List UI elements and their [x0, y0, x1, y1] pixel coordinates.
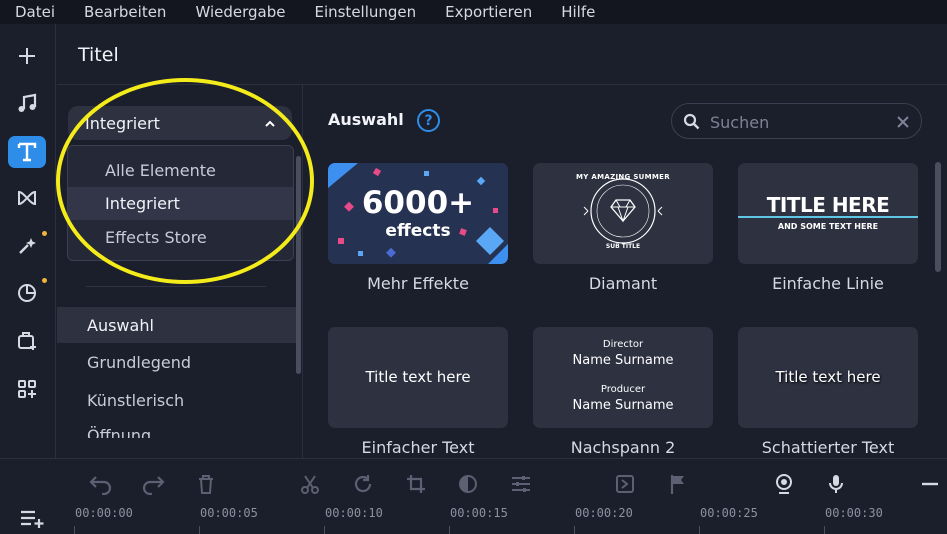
menu-wiedergabe[interactable]: Wiedergabe: [195, 3, 285, 21]
category-auswahl[interactable]: Auswahl: [57, 307, 297, 343]
transitions-icon[interactable]: [8, 182, 46, 214]
more-apps-icon[interactable]: [8, 373, 46, 405]
timecode-label: 00:00:10: [325, 506, 383, 520]
clip-properties-icon[interactable]: [612, 471, 638, 497]
ruler-tick: [824, 526, 825, 534]
tile-label-diamant: Diamant: [588, 274, 658, 293]
content-scrollbar[interactable]: [935, 162, 941, 272]
menu-bar: Datei Bearbeiten Wiedergabe Einstellunge…: [0, 0, 947, 24]
collection-dropdown[interactable]: Integriert: [68, 106, 292, 140]
tile-label-nachspann-2: Nachspann 2: [570, 438, 676, 457]
search-box[interactable]: [671, 103, 922, 139]
category-divider: [86, 286, 266, 287]
dropdown-menu: Alle Elemente Integriert Effects Store: [67, 145, 294, 261]
timecode-label: 00:00:25: [700, 506, 758, 520]
ruler-tick: [199, 526, 200, 534]
undo-icon[interactable]: [88, 471, 114, 497]
stickers-icon[interactable]: [8, 277, 46, 309]
redo-icon[interactable]: [140, 471, 166, 497]
rotate-icon[interactable]: [350, 471, 376, 497]
title-tile-diamant[interactable]: MY AMAZING SUMMER SUB TITLE: [533, 163, 713, 264]
title-tile-mehr-effekte[interactable]: 6000+ effects: [328, 163, 508, 264]
panel-title: Titel: [78, 44, 119, 66]
tile-sample-text: Title text here: [775, 368, 881, 386]
timecode-label: 00:00:20: [575, 506, 633, 520]
dropdown-value: Integriert: [85, 113, 160, 133]
add-track-icon[interactable]: [19, 505, 45, 531]
dropdown-option-alle-elemente[interactable]: Alle Elemente: [68, 154, 293, 187]
help-icon[interactable]: ?: [417, 109, 440, 132]
menu-einstellungen[interactable]: Einstellungen: [314, 3, 416, 21]
webcam-icon[interactable]: [771, 471, 797, 497]
tile-sample-text: Title text here: [365, 368, 471, 386]
timecode-label: 00:00:15: [450, 506, 508, 520]
timecode-label: 00:00:30: [825, 506, 883, 520]
ruler-tick: [699, 526, 700, 534]
crop-icon[interactable]: [403, 471, 429, 497]
cut-icon[interactable]: [297, 471, 323, 497]
new-badge: [42, 278, 47, 283]
effects-icon[interactable]: [8, 230, 46, 262]
column-divider: [302, 85, 303, 458]
tile-label-einfache-linie: Einfache Linie: [772, 274, 884, 293]
search-icon: [683, 113, 700, 134]
title-tile-nachspann-2[interactable]: Director Name Surname Producer Name Surn…: [533, 327, 713, 428]
category-oeffnung[interactable]: Öffnung: [57, 420, 297, 438]
media-store-icon[interactable]: [8, 325, 46, 357]
chevron-up-icon: [264, 115, 276, 134]
music-icon[interactable]: [8, 88, 46, 120]
dropdown-option-effects-store[interactable]: Effects Store: [68, 221, 293, 254]
ruler-tick: [574, 526, 575, 534]
category-grundlegend[interactable]: Grundlegend: [57, 344, 297, 380]
clear-search-icon[interactable]: [896, 114, 910, 133]
category-scrollbar[interactable]: [296, 156, 301, 374]
title-tile-einfacher-text[interactable]: Title text here: [328, 327, 508, 428]
title-tile-schattierter-text[interactable]: Title text here: [738, 327, 918, 428]
microphone-icon[interactable]: [823, 471, 849, 497]
menu-hilfe[interactable]: Hilfe: [561, 3, 595, 21]
timecode-label: 00:00:00: [75, 506, 133, 520]
tool-rail: [0, 24, 56, 458]
title-tile-einfache-linie[interactable]: TITLE HERE AND SOME TEXT HERE: [738, 163, 918, 264]
tile-promo-number: 6000+: [361, 185, 475, 221]
tile-label-mehr-effekte: Mehr Effekte: [367, 274, 469, 293]
menu-bearbeiten[interactable]: Bearbeiten: [84, 3, 166, 21]
tile-accent-line: [738, 216, 918, 218]
zoom-out-icon[interactable]: [917, 471, 943, 497]
section-title: Auswahl: [328, 110, 404, 129]
marker-flag-icon[interactable]: [665, 471, 691, 497]
tile-label-schattierter-text: Schattierter Text: [761, 438, 895, 457]
tile-arc-top-text: MY AMAZING SUMMER: [576, 173, 670, 181]
menu-exportieren[interactable]: Exportieren: [445, 3, 532, 21]
category-kuenstlerisch[interactable]: Künstlerisch: [57, 382, 297, 418]
menu-datei[interactable]: Datei: [15, 3, 55, 21]
ruler-tick: [449, 526, 450, 534]
tile-promo-word: effects: [385, 221, 451, 241]
tile-label-einfacher-text: Einfacher Text: [361, 438, 475, 457]
credit-role-2: Producer: [600, 384, 646, 395]
titles-icon[interactable]: [8, 136, 46, 168]
tile-title-text: TITLE HERE: [766, 193, 890, 217]
dropdown-option-integriert[interactable]: Integriert: [68, 187, 293, 220]
search-input[interactable]: [710, 111, 880, 133]
settings-sliders-icon[interactable]: [508, 471, 534, 497]
delete-icon[interactable]: [193, 471, 219, 497]
ruler-tick: [324, 526, 325, 534]
ruler-tick: [74, 526, 75, 534]
timecode-label: 00:00:05: [200, 506, 258, 520]
add-icon[interactable]: [8, 40, 46, 72]
credit-name-1: Name Surname: [572, 353, 674, 368]
tile-arc-bottom-text: SUB TITLE: [605, 243, 641, 250]
new-badge: [42, 231, 47, 236]
color-adjust-icon[interactable]: [455, 471, 481, 497]
tile-subtitle-text: AND SOME TEXT HERE: [777, 222, 879, 231]
credit-role-1: Director: [602, 339, 644, 350]
credit-name-2: Name Surname: [572, 398, 674, 413]
